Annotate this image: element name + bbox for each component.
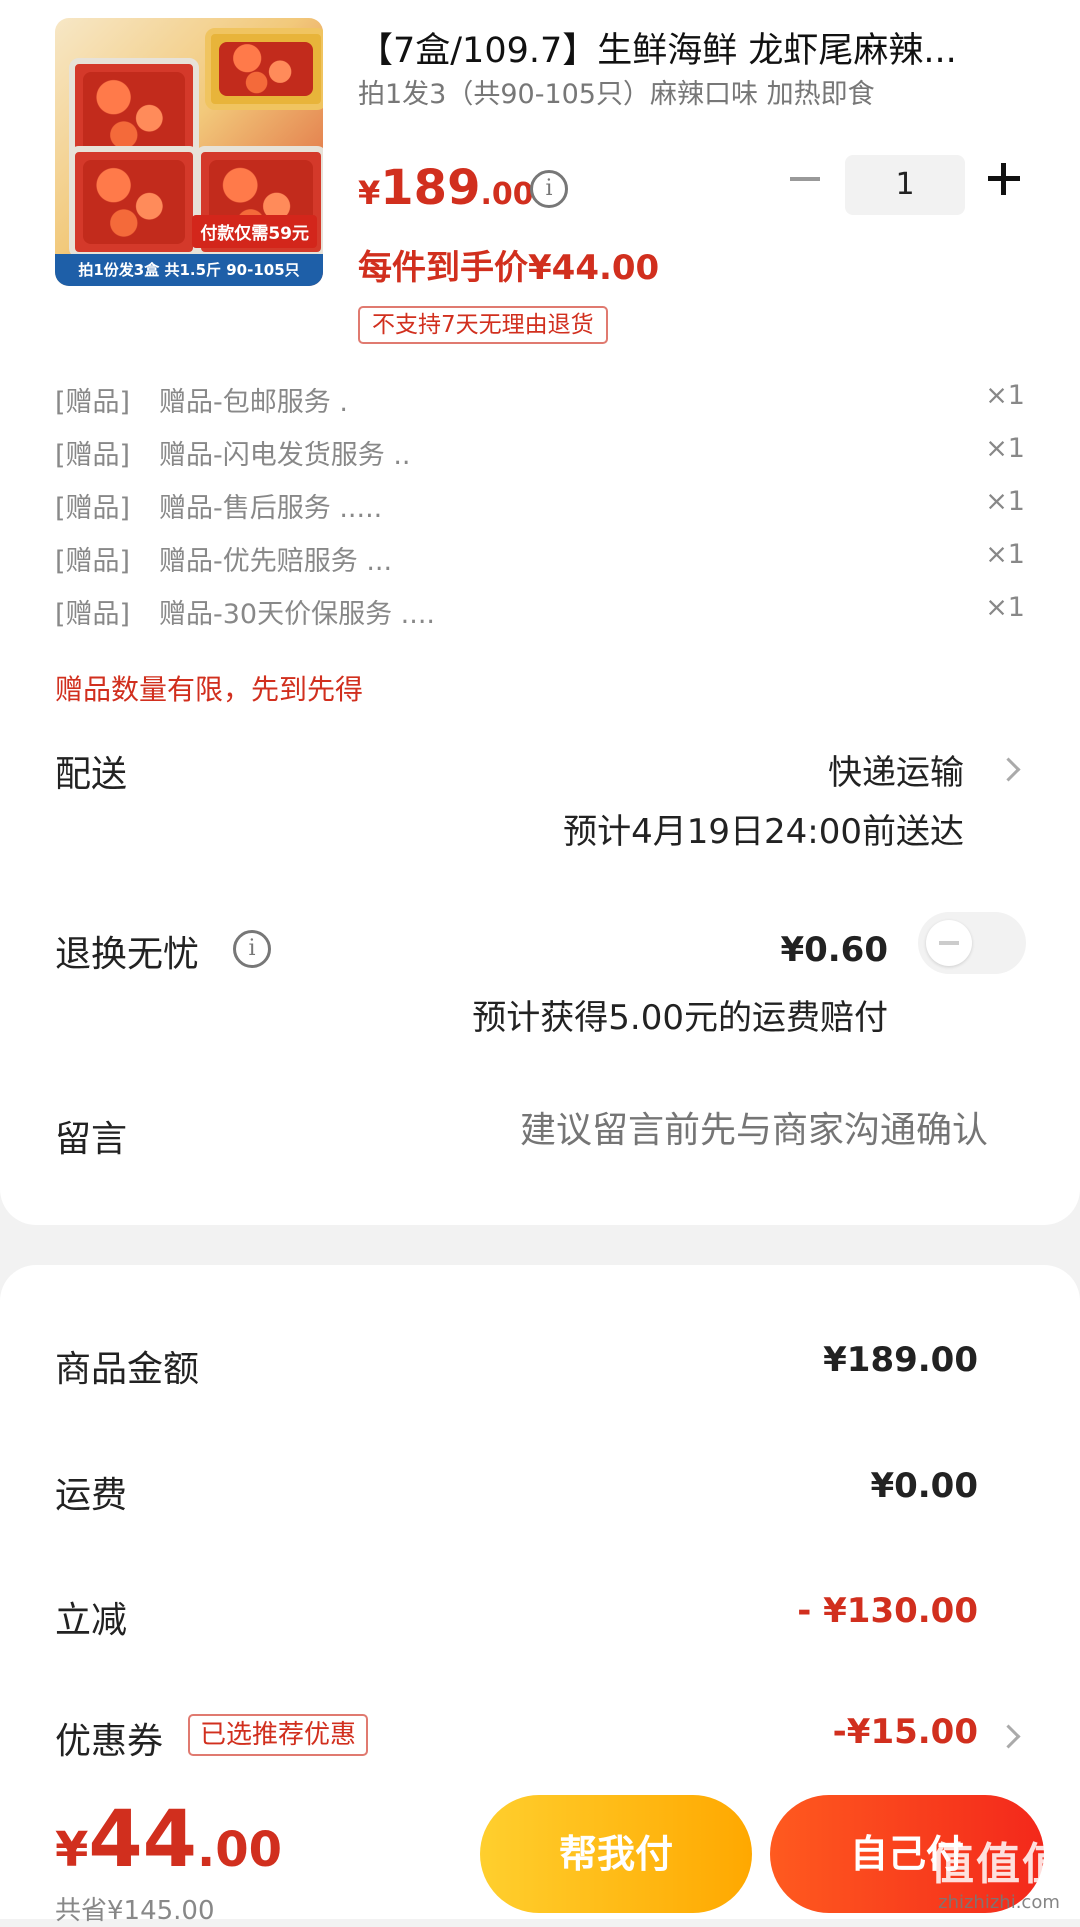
increase-quantity-button[interactable] <box>988 163 1020 195</box>
gift-quantity: ×1 <box>985 539 1025 570</box>
unit-price-label: 每件到手价¥44.00 <box>358 248 660 288</box>
gift-quantity: ×1 <box>985 592 1025 623</box>
gift-name: 赠品-售后服务 ..... <box>159 493 383 524</box>
total-price: ¥44.00 <box>55 1795 282 1885</box>
gift-item: [赠品] 赠品-售后服务 ..... ×1 <box>55 486 1030 526</box>
product-sku[interactable]: 拍1发3（共90-105只）麻辣口味 加热即食 <box>358 72 1018 111</box>
total-integer: 44 <box>88 1795 197 1885</box>
product-image[interactable]: 付款仅需59元 拍1份发3盒 共1.5斤 90-105只 <box>55 18 323 286</box>
gift-tag: [赠品] <box>55 546 131 577</box>
price-integer: 189 <box>380 160 481 216</box>
message-input[interactable] <box>428 1110 988 1151</box>
return-insurance-price: ¥0.60 <box>780 930 888 970</box>
total-decimal: .00 <box>196 1822 282 1878</box>
image-promo-label: 付款仅需59元 <box>192 215 317 248</box>
return-insurance-toggle[interactable] <box>918 912 1026 974</box>
delivery-label: 配送 <box>55 754 128 795</box>
discount-label: 立减 <box>55 1600 128 1641</box>
price-currency: ¥ <box>358 174 381 212</box>
gift-item: [赠品] 赠品-包邮服务 . ×1 <box>55 380 1030 420</box>
delivery-method[interactable]: 快递运输 <box>828 745 964 794</box>
tray-image <box>69 146 199 258</box>
return-insurance-label: 退换无忧 <box>55 934 200 975</box>
total-currency: ¥ <box>55 1822 89 1878</box>
product-price: ¥189.00 <box>358 160 534 216</box>
gift-name: 赠品-闪电发货服务 .. <box>159 440 411 471</box>
gift-item: [赠品] 赠品-闪电发货服务 .. ×1 <box>55 433 1030 473</box>
order-card: 付款仅需59元 拍1份发3盒 共1.5斤 90-105只 【7盒/109.7】生… <box>0 0 1080 1225</box>
watermark-url: zhizhizhi.com <box>938 1892 1060 1913</box>
help-me-pay-button[interactable]: 帮我付 <box>480 1795 752 1913</box>
checkout-bar: ¥44.00 共省¥145.00 帮我付 自己付 值值值 zhizhizhi.c… <box>0 1775 1080 1926</box>
gift-name: 赠品-包邮服务 . <box>159 387 348 418</box>
delivery-eta: 预计4月19日24:00前送达 <box>563 812 964 852</box>
chevron-right-icon[interactable] <box>996 757 1021 782</box>
decrease-quantity-button[interactable] <box>790 177 820 181</box>
gift-tag: [赠品] <box>55 599 131 630</box>
watermark-logo: 值值值 <box>930 1839 1068 1890</box>
gift-tag: [赠品] <box>55 387 131 418</box>
shipping-value: ¥0.00 <box>870 1466 978 1506</box>
goods-amount-value: ¥189.00 <box>823 1340 978 1380</box>
goods-amount-label: 商品金额 <box>55 1349 200 1390</box>
message-label: 留言 <box>55 1119 128 1160</box>
info-icon[interactable]: i <box>233 930 271 968</box>
watermark: 值值值 zhizhizhi.com <box>930 1828 1068 1913</box>
gift-quantity: ×1 <box>985 486 1025 517</box>
saved-amount: 共省¥145.00 <box>55 1896 215 1926</box>
package-box-image <box>205 28 323 110</box>
return-insurance-desc: 预计获得5.00元的运费赔付 <box>472 998 888 1038</box>
gift-tag: [赠品] <box>55 493 131 524</box>
gift-quantity: ×1 <box>985 380 1025 411</box>
coupon-value[interactable]: -¥15.00 <box>833 1712 978 1752</box>
product-title[interactable]: 【7盒/109.7】生鲜海鲜 龙虾尾麻辣... <box>358 22 1018 73</box>
gift-name: 赠品-优先赔服务 ... <box>159 546 393 577</box>
gift-name: 赠品-30天价保服务 .... <box>159 599 436 630</box>
gift-item: [赠品] 赠品-优先赔服务 ... ×1 <box>55 539 1030 579</box>
gift-limited-note: 赠品数量有限，先到先得 <box>55 673 364 706</box>
gift-item: [赠品] 赠品-30天价保服务 .... ×1 <box>55 592 1030 632</box>
quantity-input[interactable]: 1 <box>845 155 965 215</box>
coupon-selected-badge: 已选推荐优惠 <box>188 1714 369 1756</box>
gift-tag: [赠品] <box>55 440 131 471</box>
image-strip-label: 拍1份发3盒 共1.5斤 90-105只 <box>55 254 323 286</box>
discount-value: - ¥130.00 <box>797 1591 978 1631</box>
no-return-badge: 不支持7天无理由退货 <box>358 306 608 344</box>
gift-quantity: ×1 <box>985 433 1025 464</box>
coupon-label[interactable]: 优惠券 <box>55 1712 163 1764</box>
toggle-knob <box>926 920 972 966</box>
info-icon[interactable]: i <box>530 170 568 208</box>
shipping-label: 运费 <box>55 1475 128 1516</box>
price-decimal: .00 <box>480 177 534 212</box>
